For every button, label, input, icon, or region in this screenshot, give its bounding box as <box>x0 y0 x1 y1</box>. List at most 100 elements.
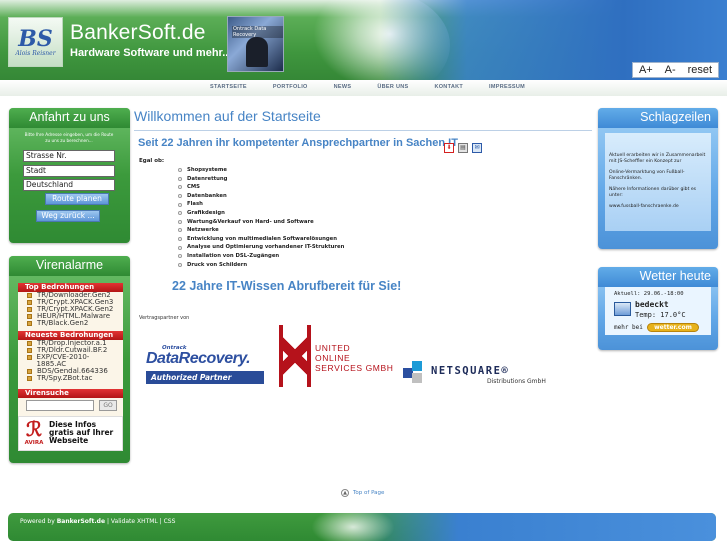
weather-title: Wetter heute <box>598 267 718 287</box>
page: BS Alois Reisner BankerSoft.de Hardware … <box>0 0 727 545</box>
threat-bullet-icon <box>27 321 32 326</box>
weather-temperature: Temp: 17.0°C <box>635 311 686 319</box>
footer-validate-links[interactable]: | Validate XHTML | CSS <box>107 518 175 525</box>
nav-item-portfolio[interactable]: PORTFOLIO <box>273 84 308 90</box>
service-label: Datenrettung <box>187 175 228 182</box>
partner-logo-netsquare[interactable]: NETSQUARE® Distributions GmbH <box>403 360 553 390</box>
font-size-controls: A+ A- reset <box>632 62 719 78</box>
list-item: Wartung&Verkauf von Hard- und Software <box>178 218 344 227</box>
uo-line2: ONLINE <box>315 353 351 363</box>
list-item: Datenbanken <box>178 192 344 201</box>
bullet-icon <box>178 185 182 190</box>
route-back-button[interactable]: Weg zurück ... <box>36 210 100 222</box>
site-title[interactable]: BankerSoft.de <box>70 21 206 45</box>
threat-item[interactable]: EXP/CVE-2010-1885.AC <box>26 354 106 368</box>
service-label: Grafikdesign <box>187 209 225 216</box>
list-item: Installation von DSL-Zugängen <box>178 252 344 261</box>
uo-line3: SERVICES GMBH <box>315 363 394 373</box>
service-label: Analyse und Optimierung vorhandener IT-S… <box>187 244 345 251</box>
ns-square-cyan <box>412 361 422 371</box>
cloudy-weather-icon <box>614 302 631 316</box>
bullet-icon <box>178 194 182 199</box>
threat-name: TR/Spy.ZBot.tac <box>37 374 93 382</box>
font-reset-button[interactable]: reset <box>688 64 712 76</box>
service-label: Netzwerke <box>187 227 219 234</box>
nav-item-ueber-uns[interactable]: ÜBER UNS <box>377 84 408 90</box>
threat-bullet-icon <box>27 314 32 319</box>
virus-search-input[interactable] <box>26 400 94 411</box>
avira-logo-text: AVIRA <box>24 440 44 446</box>
bullet-icon <box>178 262 182 267</box>
nav-item-kontakt[interactable]: KONTAKT <box>434 84 463 90</box>
news-link[interactable]: www.fussball-fanschraenke.de <box>609 204 711 210</box>
nav-item-startseite[interactable]: STARTSEITE <box>210 84 247 90</box>
bullet-icon <box>178 219 182 224</box>
weather-status: bedeckt <box>635 300 669 309</box>
top-threats-list: TR/Downloader.Gen2 TR/Crypt.XPACK.Gen3 T… <box>18 292 123 331</box>
threat-item[interactable]: TR/Spy.ZBot.tac <box>26 375 123 382</box>
site-subtitle: Hardware Software und mehr... <box>70 47 232 59</box>
route-plan-button[interactable]: Route planen <box>45 193 109 205</box>
uo-line1: UNITED <box>315 343 351 353</box>
country-input[interactable]: Deutschland <box>23 179 115 191</box>
print-icon[interactable]: ▤ <box>458 143 468 153</box>
route-intro-text: Bitte Ihre Adresse eingeben, um die Rout… <box>24 132 114 143</box>
service-label: Installation von DSL-Zugängen <box>187 252 280 259</box>
nav-item-news[interactable]: NEWS <box>334 84 352 90</box>
service-label: CMS <box>187 184 200 191</box>
page-title: Willkommen auf der Startseite <box>134 108 321 124</box>
threat-bullet-icon <box>27 341 32 346</box>
threat-bullet-icon <box>27 369 32 374</box>
font-decrease-button[interactable]: A- <box>665 64 676 76</box>
arrow-up-icon: ▲ <box>341 489 349 497</box>
list-item: Shopsysteme <box>178 166 344 175</box>
header-banner-image: Ontrack Data Recovery <box>227 16 284 72</box>
city-input[interactable]: Stadt <box>23 165 115 177</box>
bullet-icon <box>178 254 182 259</box>
email-icon[interactable]: ✉ <box>472 143 482 153</box>
top-of-page-label: Top of Page <box>353 490 385 496</box>
threat-name: EXP/CVE-2010-1885.AC <box>36 353 90 368</box>
united-online-text: UNITED ONLINE SERVICES GMBH <box>315 343 394 373</box>
bullet-icon <box>178 237 182 242</box>
site-logo[interactable]: BS Alois Reisner <box>8 17 63 67</box>
datarecovery-label: DataRecovery. <box>146 350 251 367</box>
service-label: Entwicklung von multimedialen Softwarelö… <box>187 235 338 242</box>
route-planner-title: Anfahrt zu uns <box>9 108 130 128</box>
avira-promo[interactable]: ℛ AVIRA Diese Infos gratis auf Ihrer Web… <box>18 416 123 451</box>
united-online-mark-icon <box>279 325 311 387</box>
avira-umbrella-icon: ℛ <box>26 419 42 441</box>
authorized-partner-label: Authorized Partner <box>146 371 264 384</box>
street-input[interactable]: Strasse Nr. <box>23 150 115 162</box>
threat-item[interactable]: TR/Black.Gen2 <box>26 320 123 327</box>
title-divider <box>134 130 592 131</box>
threat-bullet-icon <box>27 300 32 305</box>
news-box: Schlagzeilen Aktuell erarbeiten wir in Z… <box>598 108 718 249</box>
news-text: Online-Vermarktung von Fußball-Fanschrän… <box>609 170 685 181</box>
bullet-icon <box>178 211 182 216</box>
service-label: Druck von Schildern <box>187 261 248 268</box>
partner-logo-ontrack[interactable]: Ontrack DataRecovery. Authorized Partner <box>146 345 266 387</box>
bullet-icon <box>178 168 182 173</box>
avira-logo-icon: ℛ AVIRA <box>22 420 46 448</box>
news-title: Schlagzeilen <box>598 108 718 128</box>
footer-text: Powered by BankerSoft.de | Validate XHTM… <box>20 518 175 525</box>
banner-person-figure <box>246 37 268 67</box>
pdf-icon[interactable]: ⬇ <box>444 143 454 153</box>
partner-logo-united-online[interactable]: UNITED ONLINE SERVICES GMBH <box>279 325 399 389</box>
bullet-icon <box>178 228 182 233</box>
threat-bullet-icon <box>27 293 32 298</box>
bullet-icon <box>178 176 182 181</box>
footer-brand-link[interactable]: BankerSoft.de <box>57 518 105 525</box>
new-threats-list: TR/Drop.Injector.a.1 TR/Dldr.Cutwail.BF.… <box>18 340 123 389</box>
wetter-com-link[interactable]: wetter.com <box>647 323 699 332</box>
threat-bullet-icon <box>27 376 32 381</box>
top-of-page-link[interactable]: ▲ Top of Page <box>341 489 384 497</box>
list-item: CMS <box>178 183 344 192</box>
font-increase-button[interactable]: A+ <box>639 64 653 76</box>
list-item: Entwicklung von multimedialen Softwarelö… <box>178 235 344 244</box>
virus-search-go-button[interactable]: GO <box>99 400 118 411</box>
threat-bullet-icon <box>27 355 32 360</box>
nav-item-impressum[interactable]: IMPRESSUM <box>489 84 525 90</box>
logo-signature: Alois Reisner <box>15 49 56 57</box>
